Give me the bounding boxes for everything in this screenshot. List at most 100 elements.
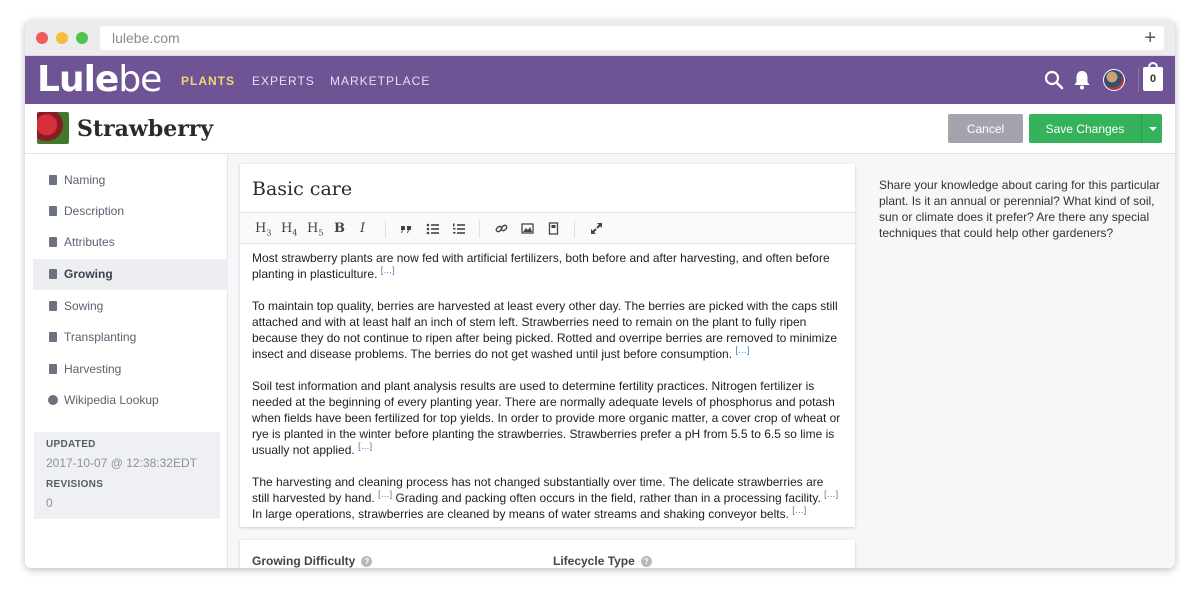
save-options-dropdown[interactable] (1141, 114, 1162, 143)
citation-link[interactable]: […] (824, 489, 838, 499)
document-icon (49, 332, 57, 342)
user-avatar[interactable] (1103, 69, 1125, 91)
fullscreen-icon[interactable] (590, 222, 603, 235)
sidebar-item-description[interactable]: Description (33, 196, 228, 227)
nav-marketplace[interactable]: MARKETPLACE (330, 74, 430, 88)
sidebar-item-naming[interactable]: Naming (33, 165, 228, 196)
sidebar-item-label: Description (64, 204, 125, 218)
growing-difficulty-text: Growing Difficulty (252, 554, 356, 568)
paragraph-text: To maintain top quality, berries are har… (252, 299, 838, 361)
paragraph-text: Soil test information and plant analysis… (252, 379, 841, 457)
paragraph-text: Most strawberry plants are now fed with … (252, 251, 830, 281)
browser-chrome: lulebe.com + (25, 20, 1175, 56)
top-navigation: Lulebe PLANTS EXPERTS MARKETPLACE 0 (25, 56, 1175, 104)
toolbar-divider (385, 220, 386, 238)
revisions-value: 0 (46, 496, 53, 510)
lifecycle-type-text: Lifecycle Type (553, 554, 635, 568)
help-icon[interactable]: ? (640, 556, 652, 567)
lifecycle-type-label: Lifecycle Type? (553, 554, 652, 568)
sidebar-item-wikipedia-lookup[interactable]: Wikipedia Lookup (33, 385, 228, 416)
sidebar-item-transplanting[interactable]: Transplanting (33, 322, 228, 353)
page-title: Strawberry (77, 116, 214, 142)
sidebar-item-label: Sowing (64, 299, 104, 313)
new-tab-icon[interactable]: + (1144, 26, 1156, 50)
help-text: Share your knowledge about caring for th… (879, 178, 1160, 240)
image-icon[interactable] (521, 222, 534, 235)
save-changes-button[interactable]: Save Changes (1029, 114, 1162, 143)
document-icon (49, 364, 57, 374)
bell-icon[interactable] (1070, 68, 1094, 92)
document-icon (49, 269, 57, 279)
toolbar-divider (574, 220, 575, 238)
revisions-label: REVISIONS (46, 479, 104, 490)
attributes-card: Growing Difficulty? Lifecycle Type? (240, 540, 855, 568)
citation-link[interactable]: […] (735, 345, 749, 355)
chevron-down-icon (1149, 127, 1157, 131)
save-changes-label: Save Changes (1045, 122, 1125, 136)
sidebar-item-growing[interactable]: Growing (33, 259, 228, 290)
sidebar-item-sowing[interactable]: Sowing (33, 291, 228, 322)
document-icon (49, 237, 57, 247)
growing-difficulty-label: Growing Difficulty? (252, 554, 373, 568)
paragraph: Most strawberry plants are now fed with … (252, 250, 842, 282)
revision-info: UPDATED 2017-10-07 @ 12:38:32EDT REVISIO… (34, 432, 220, 519)
embed-icon[interactable] (547, 222, 560, 235)
search-icon[interactable] (1042, 68, 1066, 92)
logo-bold-text: Lule (37, 59, 119, 100)
numbered-list-icon[interactable] (452, 222, 465, 235)
citation-link[interactable]: […] (358, 441, 372, 451)
bold-button[interactable]: B (334, 221, 345, 236)
close-window-button[interactable] (36, 32, 48, 44)
browser-window: lulebe.com + Lulebe PLANTS EXPERTS MARKE… (25, 20, 1175, 568)
globe-icon (48, 395, 58, 405)
citation-link[interactable]: […] (381, 265, 395, 275)
sidebar-item-label: Transplanting (64, 330, 137, 344)
editor-card: Basic care H3 H4 H5 B I Most strawberry … (240, 164, 855, 527)
sidebar-item-label: Harvesting (64, 362, 122, 376)
sidebar-item-attributes[interactable]: Attributes (33, 227, 228, 258)
help-icon[interactable]: ? (361, 556, 373, 567)
sidebar-item-harvesting[interactable]: Harvesting (33, 354, 228, 385)
maximize-window-button[interactable] (76, 32, 88, 44)
lulebe-logo[interactable]: Lulebe (37, 59, 162, 100)
sidebar: Naming Description Attributes Growing So… (25, 154, 228, 568)
sidebar-item-label: Growing (64, 267, 113, 281)
cancel-button[interactable]: Cancel (948, 114, 1023, 143)
updated-label: UPDATED (46, 439, 96, 450)
document-icon (49, 206, 57, 216)
bullet-list-icon[interactable] (426, 222, 439, 235)
heading3-button[interactable]: H3 (255, 221, 271, 238)
url-text: lulebe.com (112, 30, 180, 46)
bag-handle-icon (1148, 62, 1158, 69)
quote-icon[interactable] (400, 222, 413, 235)
paragraph-text: In large operations, strawberries are cl… (252, 507, 789, 521)
document-icon (49, 301, 57, 311)
citation-link[interactable]: […] (792, 505, 806, 515)
heading4-button[interactable]: H4 (281, 221, 297, 238)
link-icon[interactable] (495, 222, 508, 235)
sidebar-item-label: Wikipedia Lookup (64, 393, 159, 407)
heading5-button[interactable]: H5 (307, 221, 323, 238)
address-bar[interactable]: lulebe.com + (100, 26, 1164, 50)
minimize-window-button[interactable] (56, 32, 68, 44)
section-title: Basic care (252, 178, 353, 200)
nav-experts[interactable]: EXPERTS (252, 74, 315, 88)
nav-divider (1138, 68, 1139, 92)
plant-thumbnail (37, 112, 69, 144)
document-icon (49, 175, 57, 185)
cart-count: 0 (1149, 73, 1157, 85)
editor-content[interactable]: Most strawberry plants are now fed with … (252, 250, 842, 538)
paragraph: To maintain top quality, berries are har… (252, 298, 842, 362)
citation-link[interactable]: […] (378, 489, 392, 499)
toolbar-divider (479, 220, 480, 238)
shopping-bag-button[interactable]: 0 (1143, 62, 1163, 91)
paragraph-text: Grading and packing often occurs in the … (392, 491, 821, 505)
nav-plants[interactable]: PLANTS (181, 74, 235, 88)
main-area: Naming Description Attributes Growing So… (25, 154, 1175, 568)
page-header: Strawberry Cancel Save Changes (25, 104, 1175, 154)
sidebar-item-label: Attributes (64, 235, 115, 249)
paragraph: Soil test information and plant analysis… (252, 378, 842, 458)
italic-button[interactable]: I (360, 221, 365, 236)
paragraph: The harvesting and cleaning process has … (252, 474, 842, 522)
updated-value: 2017-10-07 @ 12:38:32EDT (46, 456, 197, 470)
